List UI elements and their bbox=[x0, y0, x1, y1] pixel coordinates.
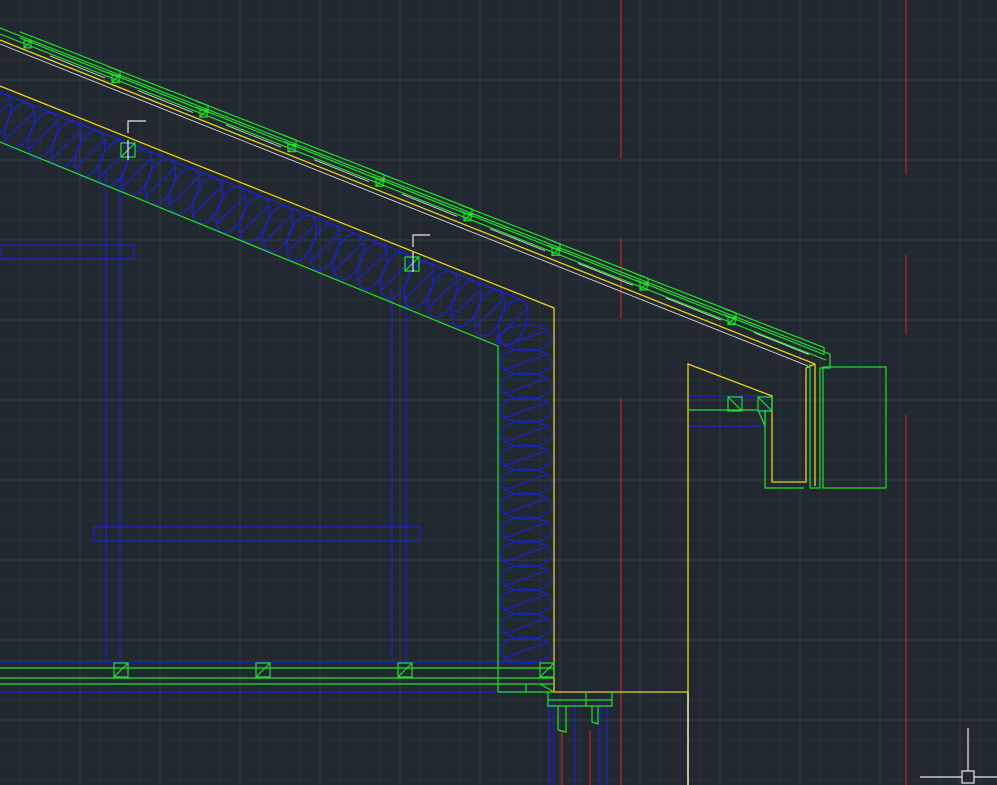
insulation-loop bbox=[499, 636, 553, 664]
gutter-board bbox=[822, 366, 887, 489]
insulation-loop bbox=[426, 270, 459, 318]
fascia-board bbox=[809, 354, 831, 489]
corner-marker-2[interactable] bbox=[412, 234, 430, 247]
insulation-loop bbox=[473, 289, 506, 337]
insulation-loop bbox=[215, 186, 247, 234]
insulation-loop bbox=[499, 492, 553, 520]
insulation-loop bbox=[168, 167, 200, 215]
outline-layer bbox=[0, 39, 816, 785]
pickbox-icon[interactable] bbox=[961, 770, 975, 784]
wall-insulation-batts bbox=[499, 324, 553, 664]
floor-joist-diag bbox=[113, 662, 129, 678]
roof-insulation-top bbox=[0, 91, 523, 301]
insulation-loop bbox=[499, 612, 553, 640]
anchor-bolt bbox=[591, 706, 599, 725]
grip-markers[interactable] bbox=[127, 120, 689, 785]
insulation-loop bbox=[499, 396, 553, 424]
insulation-loop bbox=[499, 516, 553, 544]
insulation-loop bbox=[499, 468, 553, 496]
crosshair-cursor-icon[interactable] bbox=[920, 728, 997, 784]
insulation-loop bbox=[499, 444, 553, 472]
insulation-loop bbox=[450, 280, 482, 328]
tile-underlay bbox=[577, 262, 634, 286]
insulation-loop bbox=[262, 205, 294, 253]
insulation-loop bbox=[499, 540, 553, 568]
wall-bottom bbox=[539, 683, 555, 693]
tile-underlay bbox=[401, 193, 458, 217]
insulation-loop bbox=[332, 233, 365, 281]
insulation-loop bbox=[499, 564, 553, 592]
roof-deck-line bbox=[0, 39, 816, 365]
tile-underlay bbox=[137, 90, 194, 113]
insulation-loop bbox=[499, 588, 553, 616]
soffit-battens bbox=[688, 396, 773, 427]
insulation-loop bbox=[356, 242, 388, 290]
insulation-loop bbox=[499, 372, 553, 400]
insulation-framing-layer bbox=[0, 91, 770, 785]
anchor-bolt bbox=[557, 706, 567, 733]
tile-underlay bbox=[225, 124, 282, 148]
roof-membrane-white bbox=[0, 43, 809, 367]
insulation-loop bbox=[499, 324, 553, 352]
corner-marker-1[interactable] bbox=[127, 120, 146, 133]
insulation-loop bbox=[285, 214, 318, 262]
tile-underlay bbox=[665, 297, 722, 321]
drawing-canvas[interactable] bbox=[0, 0, 997, 785]
eave-fascia-yellow bbox=[687, 363, 807, 785]
collar-beam bbox=[93, 526, 421, 542]
floor-joist-diag bbox=[255, 662, 271, 678]
tile-underlay bbox=[313, 159, 370, 182]
insulation-loop bbox=[499, 348, 553, 376]
soffit-green bbox=[764, 410, 804, 489]
floor-joist-diag bbox=[539, 662, 555, 678]
drawing-svg[interactable] bbox=[0, 0, 997, 785]
hidden-line-layer bbox=[561, 0, 907, 785]
insulation-loop bbox=[499, 420, 553, 448]
